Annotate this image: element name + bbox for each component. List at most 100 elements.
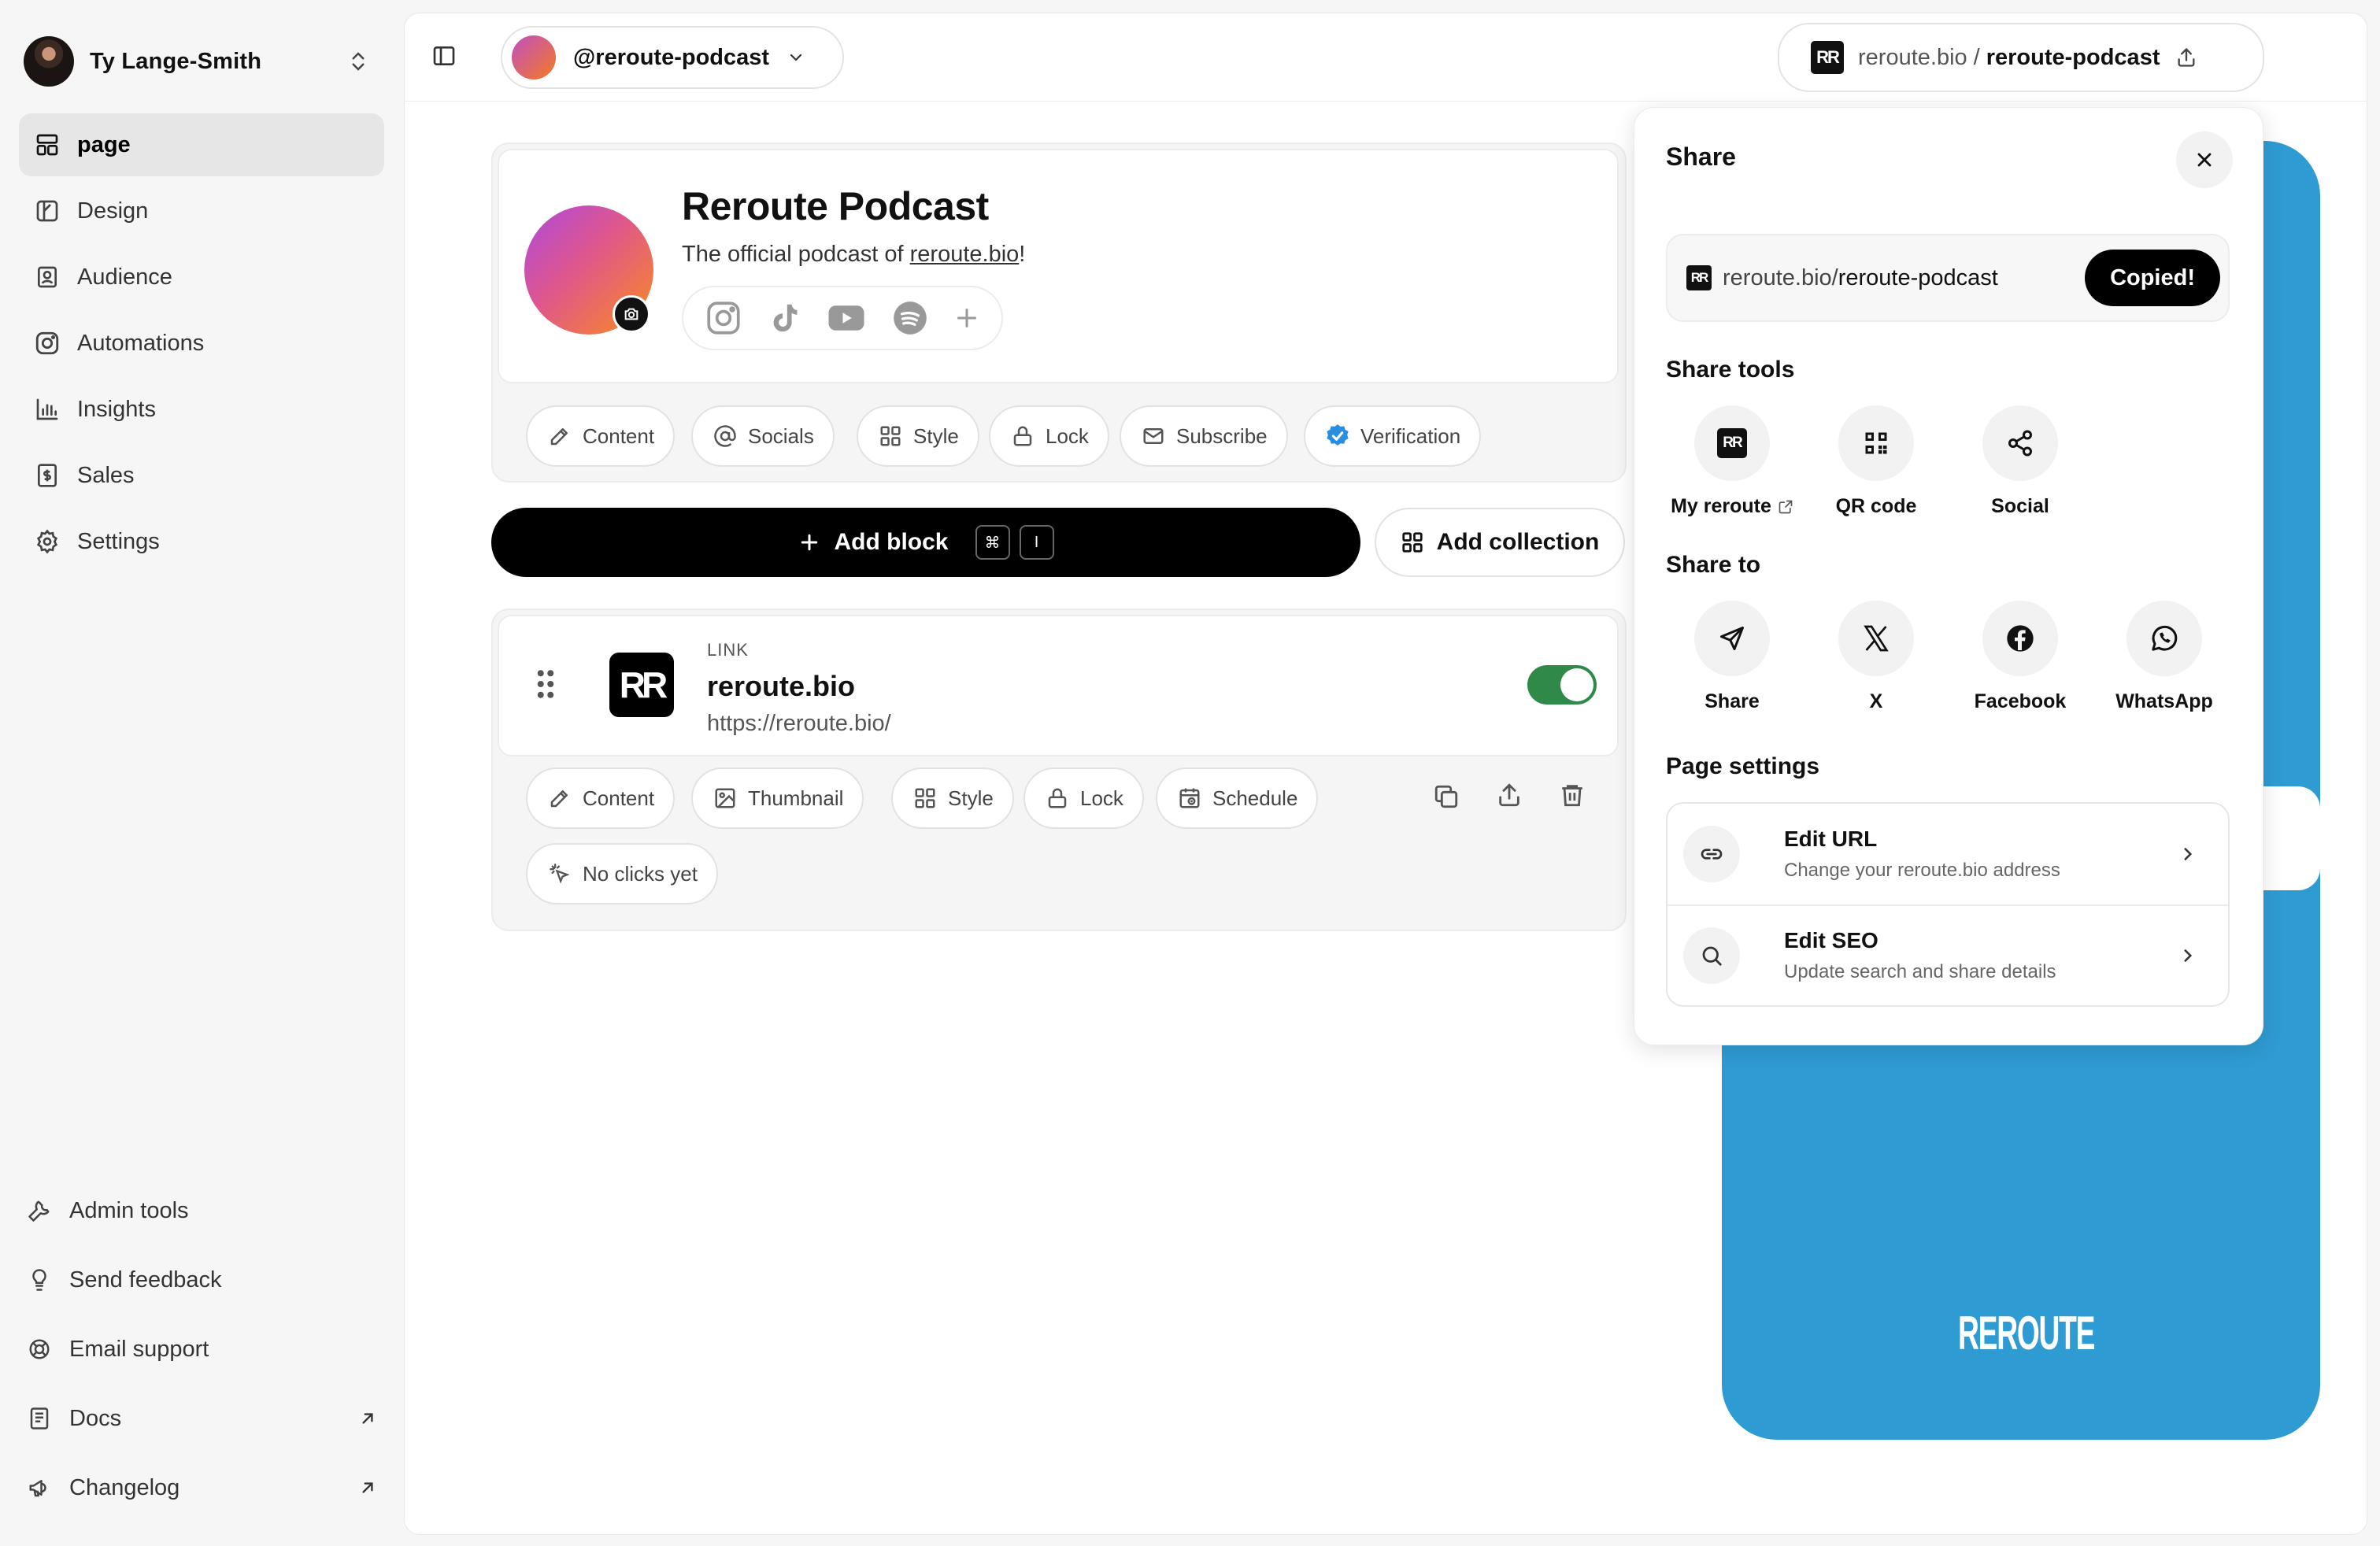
profile-chip-content[interactable]: Content <box>526 405 676 467</box>
cursor-click-icon <box>546 860 573 887</box>
close-button[interactable] <box>2176 131 2233 188</box>
palette-icon <box>31 195 63 227</box>
share-to-whatsapp[interactable]: WhatsApp <box>2093 601 2235 713</box>
youtube-icon[interactable] <box>825 297 868 339</box>
page-settings-heading: Page settings <box>1666 753 1820 779</box>
nav-item-insights[interactable]: Insights <box>19 378 384 441</box>
block-enabled-toggle[interactable] <box>1527 665 1597 705</box>
chip-label: Subscribe <box>1176 423 1268 448</box>
profile-chip-subscribe[interactable]: Subscribe <box>1120 405 1288 467</box>
nav-item-automations[interactable]: Automations <box>19 312 384 375</box>
profile-chip-socials[interactable]: Socials <box>691 405 835 467</box>
external-arrow-icon <box>362 1482 373 1493</box>
share-to-label: X <box>1869 690 1883 712</box>
spotify-icon[interactable] <box>890 298 930 338</box>
plus-icon <box>801 534 818 551</box>
block-chip-schedule[interactable]: Schedule <box>1156 767 1319 829</box>
share-tools-heading: Share tools <box>1666 357 1795 383</box>
duplicate-icon[interactable] <box>1433 783 1460 810</box>
lock-icon <box>1009 423 1036 449</box>
block-type: LINK <box>707 640 749 660</box>
url-separator: / <box>1973 44 1980 70</box>
block-chip-style[interactable]: Style <box>891 767 1014 829</box>
share-to-x[interactable]: X <box>1805 601 1947 713</box>
share-link-separator: / <box>1831 264 1838 290</box>
page-switcher[interactable]: @reroute-podcast <box>501 26 844 89</box>
chip-label: Lock <box>1046 423 1089 448</box>
block-chip-lock[interactable]: Lock <box>1023 767 1144 829</box>
page-url-bar[interactable]: RR reroute.bio / reroute-podcast <box>1778 23 2264 92</box>
profile-bio[interactable]: The official podcast of reroute.bio! <box>682 242 1025 268</box>
wrench-icon <box>24 1195 55 1226</box>
chip-label: No clicks yet <box>583 861 698 886</box>
drag-handle-icon[interactable] <box>535 668 556 700</box>
add-block-button[interactable]: Add block ⌘ I <box>491 508 1360 577</box>
add-collection-label: Add collection <box>1436 529 1600 555</box>
share-to-native[interactable]: Share <box>1661 601 1803 713</box>
nav-item-sales[interactable]: Sales <box>19 444 384 507</box>
profile-title[interactable]: Reroute Podcast <box>682 183 989 229</box>
megaphone-icon <box>24 1472 55 1503</box>
chip-label: Schedule <box>1212 786 1298 810</box>
bio-prefix: The official podcast of <box>682 242 910 267</box>
share-upload-icon[interactable] <box>1496 782 1523 808</box>
nav-label: Design <box>77 198 149 224</box>
block-stats-chip[interactable]: No clicks yet <box>526 843 718 904</box>
sidebar-toggle-button[interactable] <box>431 43 457 68</box>
block-title[interactable]: reroute.bio <box>707 670 855 703</box>
nav-label: Audience <box>77 264 172 290</box>
tool-my-reroute[interactable]: RR My reroute <box>1661 405 1803 518</box>
nav-item-page[interactable]: page <box>19 113 384 176</box>
trash-icon[interactable] <box>1559 782 1586 808</box>
link-block-card: RR LINK reroute.bio https://reroute.bio/… <box>491 608 1627 931</box>
tool-social[interactable]: Social <box>1949 405 2091 518</box>
search-icon <box>1702 946 1722 966</box>
block-chip-content[interactable]: Content <box>526 767 676 829</box>
chip-label: Style <box>948 786 994 810</box>
plus-icon[interactable] <box>953 304 981 332</box>
lock-icon <box>1044 785 1071 812</box>
share-to-facebook[interactable]: Facebook <box>1949 601 2091 713</box>
account-switcher[interactable]: Ty Lange-Smith <box>24 36 386 87</box>
nav-label: Automations <box>77 330 205 356</box>
chip-label: Lock <box>1080 786 1123 810</box>
change-photo-button[interactable] <box>613 295 650 333</box>
footer-label: Docs <box>69 1405 122 1431</box>
profile-chip-lock[interactable]: Lock <box>989 405 1109 467</box>
footer-email-support[interactable]: Email support <box>24 1326 378 1373</box>
tool-icon-circle <box>1982 405 2058 481</box>
url-slug: reroute-podcast <box>1986 44 2160 70</box>
block-url[interactable]: https://reroute.bio/ <box>707 711 891 737</box>
footer-docs[interactable]: Docs <box>24 1395 378 1442</box>
profile-chip-style[interactable]: Style <box>857 405 979 467</box>
add-collection-button[interactable]: Add collection <box>1375 508 1625 577</box>
profile-chip-verification[interactable]: Verification <box>1304 405 1482 467</box>
chip-label: Verification <box>1360 423 1461 448</box>
share-link-box: RR reroute.bio / reroute-podcast Copied! <box>1666 234 2230 322</box>
copy-link-button[interactable]: Copied! <box>2085 250 2220 306</box>
share-link-domain: reroute.bio <box>1723 264 1832 290</box>
tiktok-icon[interactable] <box>766 300 802 336</box>
gear-icon <box>31 526 63 557</box>
settings-row-edit-seo[interactable]: Edit SEO Update search and share details <box>1666 905 2230 1006</box>
nav-item-audience[interactable]: Audience <box>19 246 384 309</box>
share-link-slug: reroute-podcast <box>1838 264 1998 290</box>
page-avatar <box>512 35 556 80</box>
close-icon <box>2197 153 2212 167</box>
nav-item-settings[interactable]: Settings <box>19 510 384 573</box>
settings-row-edit-url[interactable]: Edit URL Change your reroute.bio address <box>1666 804 2230 904</box>
footer-send-feedback[interactable]: Send feedback <box>24 1256 378 1304</box>
bio-link[interactable]: reroute.bio <box>910 242 1020 267</box>
grid-icon <box>877 423 904 449</box>
instagram-icon <box>31 327 63 359</box>
tool-icon-circle <box>1838 405 1914 481</box>
sidebar: Ty Lange-Smith page Design Audience Auto… <box>0 0 394 1546</box>
link-thumbnail[interactable]: RR <box>609 653 674 717</box>
tool-qr-code[interactable]: QR code <box>1805 405 1947 518</box>
instagram-icon[interactable] <box>704 298 743 338</box>
block-chip-thumbnail[interactable]: Thumbnail <box>691 767 864 829</box>
contact-icon <box>31 261 63 293</box>
footer-admin-tools[interactable]: Admin tools <box>24 1187 378 1234</box>
footer-changelog[interactable]: Changelog <box>24 1464 378 1511</box>
nav-item-design[interactable]: Design <box>19 179 384 242</box>
